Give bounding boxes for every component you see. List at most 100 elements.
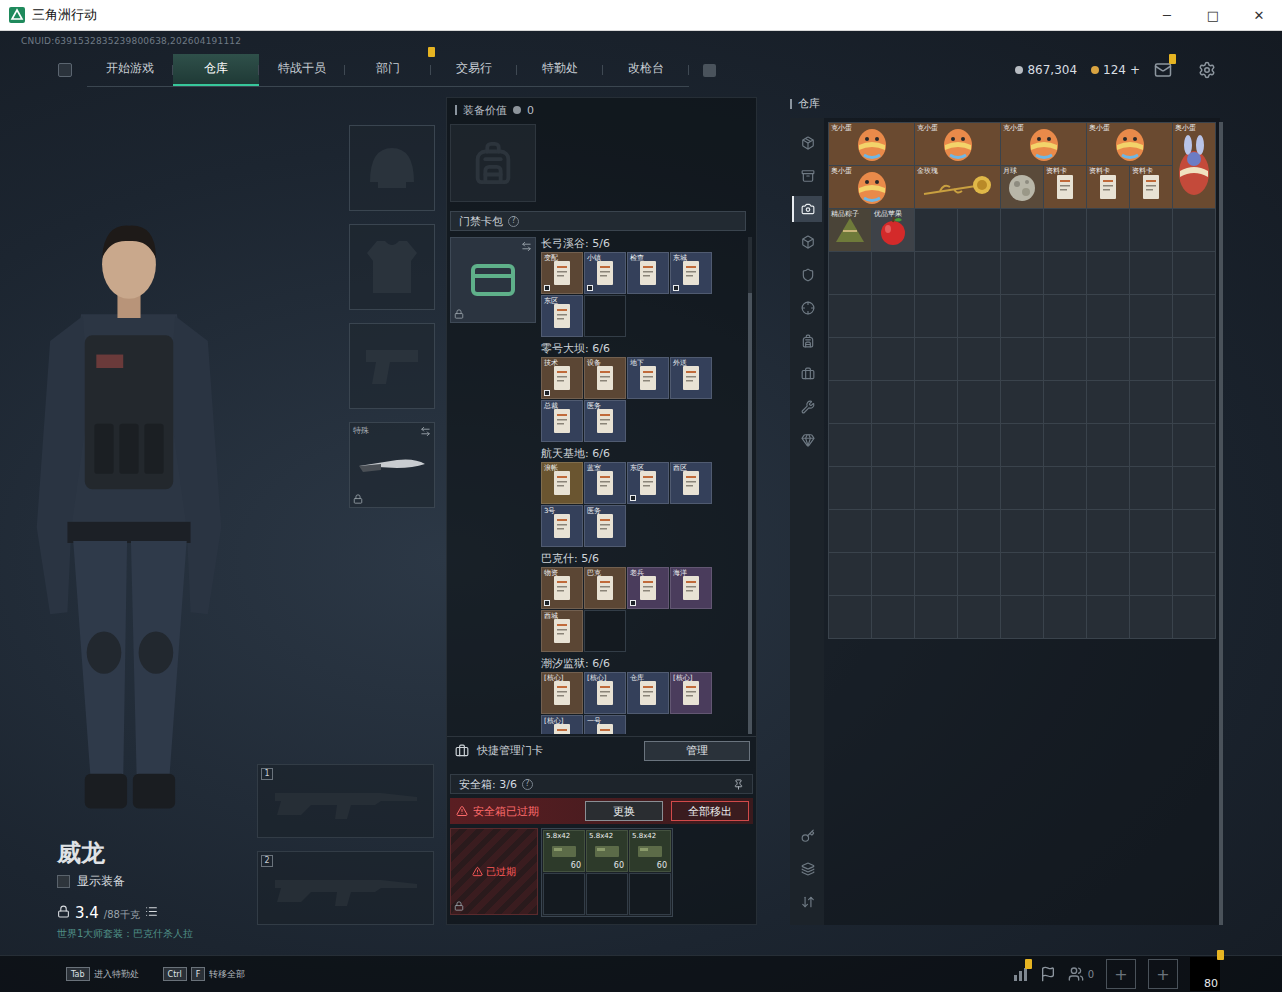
empty-cell[interactable]: [958, 381, 1000, 423]
empty-cell[interactable]: [829, 553, 871, 595]
nav-tab[interactable]: 交易行: [431, 54, 517, 86]
empty-cell[interactable]: [829, 467, 871, 509]
empty-cell[interactable]: [1001, 252, 1043, 294]
empty-cell[interactable]: [1044, 467, 1086, 509]
settings-button[interactable]: [1198, 61, 1216, 79]
warehouse-tab[interactable]: [792, 328, 822, 354]
empty-slot[interactable]: [586, 873, 628, 915]
keycard[interactable]: 外送: [670, 357, 712, 399]
inventory-item[interactable]: 月球: [1001, 166, 1043, 208]
empty-cell[interactable]: [1001, 209, 1043, 251]
empty-cell[interactable]: [1173, 510, 1215, 552]
empty-cell[interactable]: [872, 295, 914, 337]
warehouse-tab[interactable]: [792, 394, 822, 420]
checkbox[interactable]: [57, 875, 70, 888]
empty-cell[interactable]: [1173, 381, 1215, 423]
empty-cell[interactable]: [872, 510, 914, 552]
nav-next-key-icon[interactable]: [703, 64, 716, 77]
empty-cell[interactable]: [1087, 338, 1129, 380]
nav-tab[interactable]: 特勤处: [517, 54, 603, 86]
empty-cell[interactable]: [1087, 381, 1129, 423]
inventory-item[interactable]: 奥小蛋: [829, 166, 914, 208]
keycard[interactable]: 3号: [541, 505, 583, 547]
empty-cell[interactable]: [1173, 596, 1215, 638]
keycard[interactable]: 老兵: [627, 567, 669, 609]
ammo-item[interactable]: 5.8x4260: [629, 830, 671, 872]
empty-cell[interactable]: [958, 338, 1000, 380]
inventory-item[interactable]: 克小蛋: [1001, 123, 1086, 165]
empty-cell[interactable]: [1001, 381, 1043, 423]
empty-slot[interactable]: [629, 873, 671, 915]
empty-cell[interactable]: [915, 252, 957, 294]
empty-cell[interactable]: [829, 596, 871, 638]
warehouse-tab[interactable]: [792, 196, 822, 222]
keycard[interactable]: 浪帐: [541, 462, 583, 504]
inventory-item[interactable]: 资料卡: [1130, 166, 1172, 208]
nav-tab[interactable]: 特战干员: [259, 54, 345, 86]
keycard[interactable]: 巴克: [584, 567, 626, 609]
key-hint[interactable]: Tab进入特勤处: [66, 967, 139, 981]
empty-cell[interactable]: [1044, 209, 1086, 251]
empty-cell[interactable]: [915, 596, 957, 638]
scrollbar-thumb[interactable]: [748, 293, 752, 734]
empty-cell[interactable]: [958, 252, 1000, 294]
backpack-slot[interactable]: [450, 124, 536, 202]
empty-cell[interactable]: [1001, 338, 1043, 380]
ammo-item[interactable]: 5.8x4260: [543, 830, 585, 872]
warehouse-tab[interactable]: [792, 361, 822, 387]
empty-cell[interactable]: [915, 467, 957, 509]
list-icon[interactable]: [145, 905, 158, 918]
nav-tab[interactable]: 部门: [345, 54, 431, 86]
operator-view[interactable]: [0, 97, 257, 838]
empty-cell[interactable]: [872, 596, 914, 638]
empty-cell[interactable]: [1130, 381, 1172, 423]
empty-cell[interactable]: [829, 295, 871, 337]
empty-cell[interactable]: [915, 295, 957, 337]
empty-cell[interactable]: [1130, 553, 1172, 595]
empty-cell[interactable]: [915, 510, 957, 552]
weapon-slot[interactable]: 2: [257, 851, 434, 925]
keycard[interactable]: 小镇: [584, 252, 626, 294]
keycard[interactable]: 西城: [541, 610, 583, 652]
warehouse-tool[interactable]: [792, 856, 822, 882]
empty-cell[interactable]: [1044, 596, 1086, 638]
window-control-button[interactable]: ─: [1144, 0, 1190, 30]
nav-prev-key-icon[interactable]: [58, 63, 72, 77]
warehouse-tab[interactable]: [792, 427, 822, 453]
add-currency-button[interactable]: +: [1130, 63, 1140, 77]
empty-cell[interactable]: [1130, 467, 1172, 509]
show-equipment-toggle[interactable]: 显示装备: [57, 873, 257, 890]
inventory-item[interactable]: 金玫瑰: [915, 166, 1000, 208]
keycard[interactable]: 医务: [584, 400, 626, 442]
empty-cell[interactable]: [829, 424, 871, 466]
nav-tab[interactable]: 开始游戏: [87, 54, 173, 86]
empty-cell[interactable]: [1130, 510, 1172, 552]
equipment-slot[interactable]: [349, 224, 435, 310]
empty-cell[interactable]: [1173, 295, 1215, 337]
empty-cell[interactable]: [1087, 510, 1129, 552]
scrollbar[interactable]: [748, 237, 752, 734]
inventory-item[interactable]: 奥小蛋: [1173, 123, 1215, 208]
empty-slot[interactable]: [584, 295, 626, 337]
empty-cell[interactable]: [1087, 553, 1129, 595]
inventory-item[interactable]: 优品苹果: [872, 209, 914, 251]
empty-cell[interactable]: [915, 209, 957, 251]
stats-button[interactable]: [1012, 966, 1028, 982]
keycard[interactable]: [核心]: [541, 715, 583, 734]
mail-button[interactable]: [1154, 61, 1172, 79]
empty-cell[interactable]: [1173, 252, 1215, 294]
empty-cell[interactable]: [1001, 510, 1043, 552]
inventory-item[interactable]: 精品粽子: [829, 209, 871, 251]
empty-cell[interactable]: [1173, 424, 1215, 466]
empty-cell[interactable]: [829, 381, 871, 423]
empty-cell[interactable]: [1044, 553, 1086, 595]
empty-cell[interactable]: [1044, 381, 1086, 423]
empty-cell[interactable]: [915, 424, 957, 466]
flag-button[interactable]: [1040, 966, 1056, 982]
warehouse-tab[interactable]: [792, 229, 822, 255]
swap-button[interactable]: [420, 426, 431, 437]
empty-cell[interactable]: [1044, 252, 1086, 294]
empty-cell[interactable]: [1130, 338, 1172, 380]
action-button[interactable]: 全部移出: [671, 801, 749, 821]
keycard[interactable]: 地下: [627, 357, 669, 399]
